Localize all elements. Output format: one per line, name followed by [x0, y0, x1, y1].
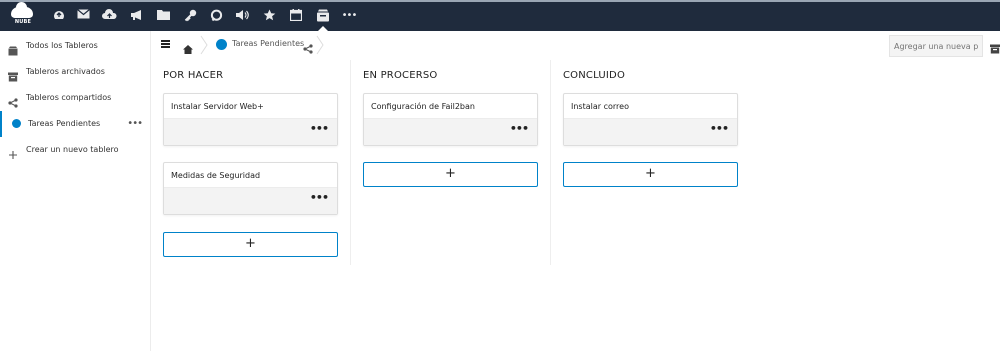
card-footer: ••• [164, 118, 337, 145]
dashboard-icon[interactable] [50, 7, 68, 25]
card-footer: ••• [364, 118, 537, 145]
card[interactable]: Instalar correo ••• [563, 93, 738, 146]
hamburger-menu-icon[interactable] [161, 40, 170, 48]
add-card-button[interactable]: + [163, 232, 338, 257]
stack-en-procerso: EN PROCERSO Configuración de Fail2ban ••… [351, 60, 551, 265]
card-footer: ••• [164, 187, 337, 214]
card-more-options-icon[interactable]: ••• [510, 123, 529, 135]
home-icon[interactable] [183, 39, 193, 58]
sidebar-item-label: Crear un nuevo tablero [26, 145, 119, 154]
sidebar-item-label: Tareas Pendientes [28, 119, 101, 128]
stack-por-hacer: POR HACER Instalar Servidor Web+ ••• Med… [151, 60, 351, 265]
sidebar-item-label: Tableros compartidos [26, 93, 112, 102]
sidebar-item-create-board[interactable]: Crear un nuevo tablero [0, 137, 151, 163]
board-color-dot [12, 119, 22, 129]
talk-icon[interactable] [207, 7, 225, 25]
board-color-dot [216, 39, 227, 50]
star-icon[interactable] [260, 7, 278, 25]
add-card-button[interactable]: + [363, 162, 538, 187]
board-toolbar: Tareas Pendientes [151, 31, 1000, 59]
add-card-button[interactable]: + [563, 162, 738, 187]
card[interactable]: Medidas de Seguridad ••• [163, 162, 338, 215]
card-title: Instalar correo [571, 102, 629, 111]
sidebar: Todos los Tableros Tableros archivados T… [0, 31, 151, 351]
card-title: Configuración de Fail2ban [371, 102, 475, 111]
breadcrumb-separator [316, 35, 324, 55]
logo-text: NUBE [14, 19, 32, 25]
board-more-options-icon[interactable]: ••• [127, 111, 143, 137]
sidebar-item-archived-boards[interactable]: Tableros archivados [0, 59, 151, 85]
stack-title[interactable]: EN PROCERSO [363, 70, 438, 81]
add-stack-input[interactable] [889, 35, 983, 57]
breadcrumb-board-name[interactable]: Tareas Pendientes [232, 39, 304, 48]
stack-concluido: CONCLUIDO Instalar correo ••• + [551, 60, 751, 265]
stack-title[interactable]: POR HACER [163, 70, 223, 81]
card-title: Medidas de Seguridad [171, 171, 261, 180]
share-board-icon[interactable] [303, 39, 313, 58]
breadcrumb-separator [200, 35, 208, 55]
sidebar-item-label: Tableros archivados [26, 67, 105, 76]
nube-logo[interactable]: NUBE [8, 2, 36, 27]
deck-icon [8, 41, 18, 56]
sidebar-item-tareas-pendientes[interactable]: Tareas Pendientes ••• [0, 111, 151, 137]
audio-icon[interactable] [233, 7, 251, 25]
archive-icon [8, 67, 18, 82]
files-icon[interactable] [154, 7, 172, 25]
stack-title[interactable]: CONCLUIDO [563, 70, 625, 81]
sidebar-item-shared-boards[interactable]: Tableros compartidos [0, 85, 151, 111]
card-more-options-icon[interactable]: ••• [310, 192, 329, 204]
archive-icon[interactable] [990, 39, 1000, 58]
passwords-icon[interactable] [181, 7, 199, 25]
card-title: Instalar Servidor Web+ [171, 102, 264, 111]
announcement-icon[interactable] [128, 7, 146, 25]
sidebar-item-all-boards[interactable]: Todos los Tableros [0, 33, 151, 59]
sidebar-item-label: Todos los Tableros [26, 41, 98, 50]
more-apps-icon[interactable]: ••• [340, 7, 358, 25]
card[interactable]: Instalar Servidor Web+ ••• [163, 93, 338, 146]
deck-icon[interactable] [314, 7, 332, 25]
mail-icon[interactable] [74, 7, 92, 25]
card[interactable]: Configuración de Fail2ban ••• [363, 93, 538, 146]
share-icon [8, 93, 18, 108]
calendar-icon[interactable] [287, 7, 305, 25]
cloud-logo-icon [11, 2, 33, 18]
plus-icon [8, 145, 18, 159]
card-more-options-icon[interactable]: ••• [310, 123, 329, 135]
cloud-upload-icon[interactable] [100, 7, 118, 25]
card-more-options-icon[interactable]: ••• [710, 123, 729, 135]
top-navigation-bar: NUBE ••• [0, 0, 1000, 32]
card-footer: ••• [564, 118, 737, 145]
